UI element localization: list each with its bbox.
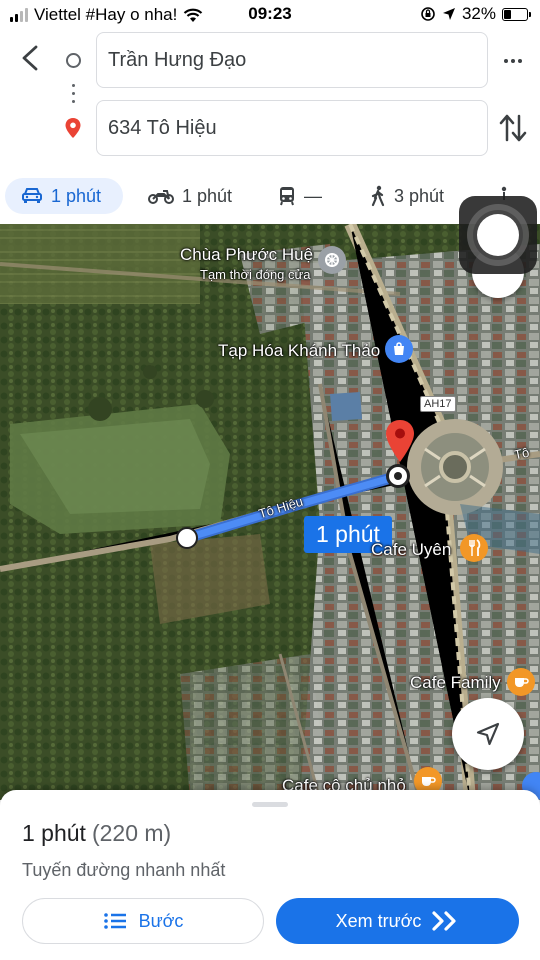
motorbike-icon — [148, 190, 174, 204]
origin-text: Trần Hưng Đạo — [108, 48, 247, 71]
origin-circle-icon — [66, 53, 81, 68]
assistive-touch-button[interactable] — [459, 196, 537, 274]
route-dots-icon — [72, 84, 75, 103]
route-description: Tuyến đường nhanh nhất — [22, 860, 226, 880]
poi-label-shop[interactable]: Tạp Hóa Khánh Thảo — [218, 341, 380, 361]
navigation-arrow-icon — [476, 722, 500, 746]
battery-fill — [504, 9, 512, 19]
list-icon — [103, 913, 126, 929]
tab-motorbike[interactable]: 1 phút — [132, 178, 248, 214]
route-distance: (220 m) — [91, 820, 172, 846]
route-start-marker — [176, 527, 198, 549]
steps-label: Bước — [138, 910, 184, 931]
cafe-icon[interactable] — [460, 534, 488, 562]
back-button[interactable] — [14, 42, 46, 74]
drag-handle[interactable] — [252, 802, 288, 807]
location-arrow-icon — [442, 8, 455, 20]
temple-icon[interactable] — [318, 246, 346, 274]
poi-label-cafe-family[interactable]: Cafe Family — [410, 673, 501, 693]
origin-field[interactable]: Trần Hưng Đạo — [96, 32, 488, 88]
swap-icon — [499, 114, 527, 142]
orientation-lock-icon — [421, 7, 435, 21]
tab-walking[interactable]: 3 phút — [354, 178, 460, 214]
battery-icon — [502, 7, 531, 21]
back-arrow-icon — [22, 45, 38, 71]
shopping-bag-icon[interactable] — [385, 335, 413, 363]
tab-motorbike-label: 1 phút — [182, 185, 233, 206]
preview-label: Xem trước — [335, 910, 422, 931]
double-chevron-icon — [432, 911, 457, 931]
destination-map-pin-icon[interactable] — [384, 419, 416, 468]
route-duration: 1 phút — [22, 820, 86, 846]
poi-status-pagoda: Tạm thời đóng cửa — [200, 267, 311, 282]
more-dot-icon — [504, 59, 508, 63]
destination-text: 634 Tô Hiệu — [108, 116, 217, 139]
directions-header: Trần Hưng Đạo 634 Tô Hiệu — [0, 30, 540, 170]
destination-pin-icon — [64, 117, 82, 144]
tab-walking-label: 3 phút — [394, 185, 445, 206]
steps-button[interactable]: Bước — [22, 898, 264, 944]
status-bar: Viettel #Hay o nha! 09:23 32% — [0, 0, 540, 30]
walk-icon — [371, 185, 385, 207]
more-dot-icon — [518, 59, 522, 63]
swap-button[interactable] — [498, 112, 528, 144]
tab-driving-label: 1 phút — [51, 185, 102, 206]
route-summary: 1 phút (220 m) — [22, 820, 171, 847]
tab-transit-label: — — [304, 185, 322, 206]
my-location-button[interactable] — [452, 698, 524, 770]
more-options-button[interactable] — [500, 48, 526, 74]
tab-transit[interactable]: — — [262, 178, 338, 214]
route-bottom-sheet[interactable]: 1 phút (220 m) Tuyến đường nhanh nhất Bướ… — [0, 790, 540, 960]
street-label-edge: Tô — [512, 444, 531, 463]
map-view[interactable]: Chùa Phước Huệ Tạm thời đóng cửa Tạp Hóa… — [0, 224, 540, 800]
tab-driving[interactable]: 1 phút — [5, 178, 123, 214]
poi-label-pagoda[interactable]: Chùa Phước Huệ — [180, 245, 313, 265]
battery-percent: 32% — [461, 4, 496, 23]
highway-badge: AH17 — [420, 396, 456, 412]
poi-label-cafe-uyen[interactable]: Cafe Uyên — [371, 540, 451, 560]
car-icon — [22, 188, 42, 203]
status-right: 32% — [420, 4, 531, 24]
destination-field[interactable]: 634 Tô Hiệu — [96, 100, 488, 156]
transit-icon — [280, 187, 294, 206]
more-dot-icon — [511, 59, 515, 63]
cafe-cup-icon[interactable] — [507, 668, 535, 696]
preview-button[interactable]: Xem trước — [276, 898, 519, 944]
